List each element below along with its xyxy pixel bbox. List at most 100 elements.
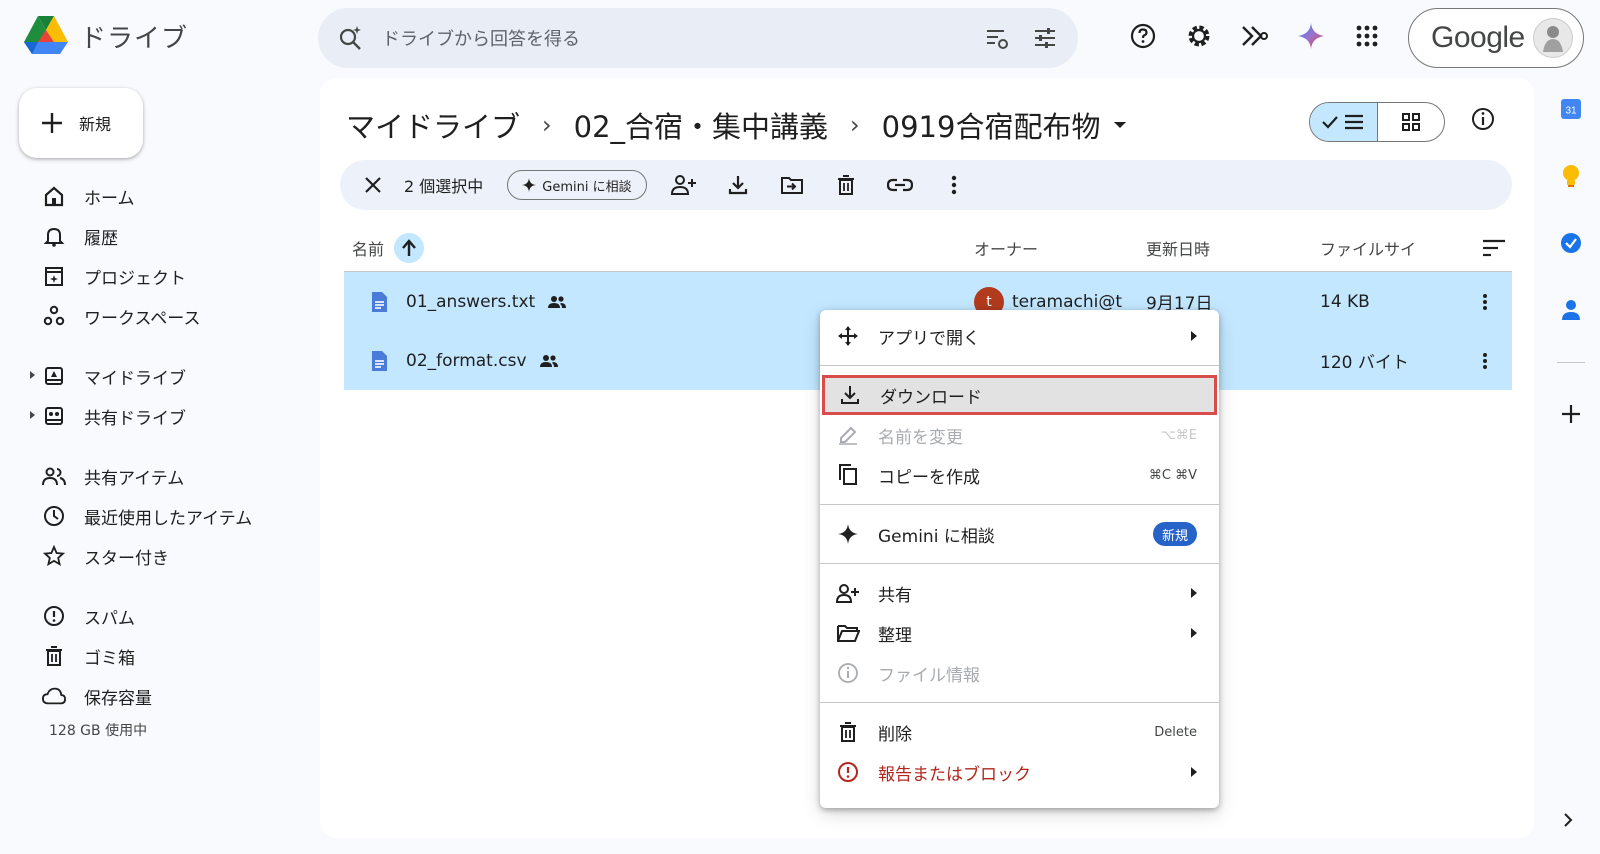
spam-icon	[42, 604, 66, 628]
column-header-size[interactable]: ファイルサイ	[1320, 236, 1470, 260]
sort-options-button[interactable]	[1482, 239, 1506, 257]
search-sparkle-icon	[339, 26, 361, 50]
drive-logo[interactable]: ドライブ	[24, 16, 188, 56]
grid-view-button[interactable]	[1378, 103, 1445, 141]
details-button[interactable]	[1470, 106, 1496, 132]
menu-item-file-info[interactable]: ファイル情報	[820, 653, 1219, 693]
keep-button[interactable]	[1561, 161, 1581, 191]
menu-item-open-with[interactable]: アプリで開く	[820, 316, 1219, 356]
column-header-name[interactable]: 名前	[344, 232, 974, 263]
avatar-figure-icon	[1543, 26, 1563, 52]
list-view-button[interactable]	[1310, 103, 1378, 141]
sidebar-item-shared-with-me[interactable]: 共有アイテム	[0, 456, 300, 496]
expand-caret-icon[interactable]	[30, 411, 35, 419]
info-icon	[836, 661, 860, 685]
breadcrumb-item-current[interactable]: 0919合宿配布物	[882, 104, 1101, 146]
download-icon	[838, 383, 862, 407]
expand-caret-icon[interactable]	[30, 371, 35, 379]
gemini-button[interactable]	[1293, 18, 1329, 54]
more-actions-button[interactable]	[937, 168, 971, 202]
sidebar-item-label: マイドライブ	[84, 368, 186, 389]
more-vert-icon	[1483, 352, 1487, 369]
gemini-chip-label: Gemini に相談	[542, 179, 632, 195]
search-filter-button[interactable]	[984, 25, 1010, 51]
share-button[interactable]	[667, 168, 701, 202]
sidebar-item-spam[interactable]: スパム	[0, 596, 300, 636]
menu-item-ask-gemini[interactable]: Gemini に相談 新規	[820, 514, 1219, 554]
folder-dropdown-icon[interactable]	[1114, 122, 1127, 128]
context-menu: アプリで開く ダウンロード 名前を変更 ⌥⌘E コピーを作成 ⌘C ⌘V Gem…	[820, 310, 1219, 808]
expand-panel-button[interactable]	[1562, 812, 1574, 828]
trash-icon	[836, 720, 860, 744]
add-addon-button[interactable]	[1561, 399, 1581, 429]
search-options-button[interactable]	[1032, 25, 1058, 51]
menu-item-rename[interactable]: 名前を変更 ⌥⌘E	[820, 415, 1219, 455]
sidebar-item-label: ワークスペース	[84, 308, 201, 329]
menu-item-download[interactable]: ダウンロード	[822, 375, 1217, 415]
clock-icon	[42, 504, 66, 528]
file-name[interactable]: 01_answers.txt	[406, 292, 535, 312]
column-header-modified[interactable]: 更新日時	[1146, 236, 1320, 260]
sidebar-item-trash[interactable]: ゴミ箱	[0, 636, 300, 676]
sidebar-item-projects[interactable]: プロジェクト	[0, 256, 300, 296]
breadcrumb-separator: ›	[542, 111, 552, 139]
search-input[interactable]: ドライブから回答を得る	[382, 25, 962, 51]
help-button[interactable]	[1125, 18, 1161, 54]
file-name[interactable]: 02_format.csv	[406, 351, 527, 371]
column-header-owner[interactable]: オーナー	[974, 236, 1146, 260]
clear-selection-button[interactable]	[356, 168, 390, 202]
sidebar-item-shared-drives[interactable]: 共有ドライブ	[0, 396, 300, 436]
search-bar[interactable]: ドライブから回答を得る	[318, 8, 1078, 68]
copy-link-button[interactable]	[883, 168, 917, 202]
download-button[interactable]	[721, 168, 755, 202]
menu-item-organize[interactable]: 整理	[820, 613, 1219, 653]
gemini-tools-button[interactable]	[1237, 18, 1273, 54]
account-switcher[interactable]: Google	[1408, 8, 1584, 68]
row-more-button[interactable]	[1470, 293, 1500, 311]
document-icon	[372, 350, 387, 371]
sidebar-item-workspace[interactable]: ワークスペース	[0, 296, 300, 336]
breadcrumb: マイドライブ › 02_合宿・集中講義 › 0919合宿配布物	[346, 104, 1127, 146]
menu-item-make-copy[interactable]: コピーを作成 ⌘C ⌘V	[820, 455, 1219, 495]
apps-button[interactable]	[1349, 18, 1385, 54]
new-button[interactable]: 新規	[19, 88, 143, 158]
contacts-button[interactable]	[1561, 295, 1581, 325]
trash-icon	[42, 644, 66, 668]
double-chevron-icon	[1242, 26, 1268, 46]
row-more-button[interactable]	[1470, 352, 1500, 370]
tasks-check-icon	[1561, 233, 1581, 253]
gemini-sparkle-icon	[1298, 23, 1324, 49]
help-icon	[1130, 23, 1156, 49]
menu-item-share[interactable]: 共有	[820, 573, 1219, 613]
breadcrumb-item-my-drive[interactable]: マイドライブ	[346, 104, 520, 146]
info-icon	[1472, 108, 1494, 130]
sidebar-item-recent[interactable]: 最近使用したアイテム	[0, 496, 300, 536]
person-add-icon	[670, 175, 696, 195]
trash-button[interactable]	[829, 168, 863, 202]
move-button[interactable]	[775, 168, 809, 202]
avatar[interactable]	[1533, 18, 1573, 58]
submenu-arrow-icon	[1191, 767, 1197, 777]
sort-ascending-icon[interactable]	[394, 232, 425, 263]
settings-button[interactable]	[1181, 18, 1217, 54]
svg-text:31: 31	[1565, 106, 1577, 117]
tasks-button[interactable]	[1559, 228, 1583, 258]
header-actions	[1125, 18, 1385, 54]
sidebar-item-storage[interactable]: 保存容量	[0, 676, 300, 716]
table-header: 名前 オーナー 更新日時 ファイルサイ	[344, 224, 1512, 272]
gemini-chip-button[interactable]: Gemini に相談	[507, 170, 647, 200]
sidebar-item-starred[interactable]: スター付き	[0, 536, 300, 576]
menu-item-report[interactable]: 報告またはブロック	[820, 752, 1219, 792]
report-icon	[836, 760, 860, 784]
shared-people-icon	[539, 354, 558, 367]
sidebar-item-my-drive[interactable]: マイドライブ	[0, 356, 300, 396]
selection-count: 2 個選択中	[404, 177, 484, 196]
calendar-button[interactable]: 31	[1560, 94, 1582, 124]
sidebar-item-history[interactable]: 履歴	[0, 216, 300, 256]
trash-icon	[837, 175, 854, 195]
sidebar-item-home[interactable]: ホーム	[0, 176, 300, 216]
file-size: 120 バイト	[1320, 353, 1409, 373]
breadcrumb-item-folder[interactable]: 02_合宿・集中講義	[574, 104, 828, 146]
menu-item-delete[interactable]: 削除 Delete	[820, 712, 1219, 752]
calendar-icon: 31	[1561, 99, 1581, 119]
